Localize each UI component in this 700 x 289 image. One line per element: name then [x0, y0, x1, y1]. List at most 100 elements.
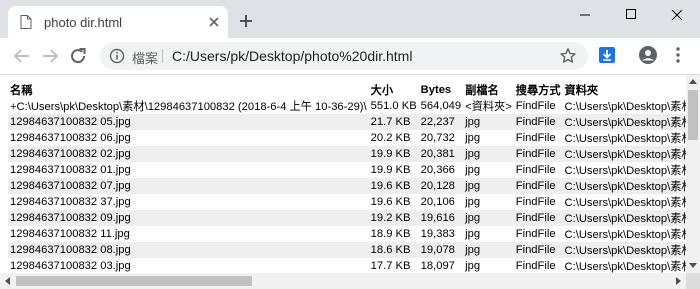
header-size[interactable]: 大小	[369, 82, 419, 98]
cell-search-method: FindFile	[513, 242, 563, 258]
download-extension-icon[interactable]	[598, 46, 616, 64]
cell-name: 12984637100832 11.jpg	[10, 228, 130, 240]
cell-size: 19.6 KB	[368, 178, 419, 194]
window-close-icon[interactable]	[654, 0, 700, 30]
header-name[interactable]: 名稱	[8, 82, 369, 98]
forward-arrow-icon[interactable]	[38, 44, 62, 68]
cell-size: 18.9 KB	[370, 228, 411, 240]
star-icon[interactable]	[559, 47, 577, 65]
cell-search-method: FindFile	[515, 260, 556, 272]
table-row[interactable]: 12984637100832 09.jpg 19.2 KB 19,616 jpg Fin…	[8, 210, 686, 226]
cell-size: 19.2 KB	[368, 210, 419, 226]
scroll-right-arrow-icon[interactable]	[676, 277, 682, 285]
vertical-scrollbar[interactable]	[686, 75, 700, 273]
table-header-row: 名稱 大小 Bytes 副檔名 搜尋方式 資料夾	[8, 82, 686, 98]
plus-icon[interactable]	[238, 13, 254, 29]
cell-extension: jpg	[465, 260, 481, 272]
table-row[interactable]: 12984637100832 03.jpg 17.7 KB 18,097 jpg Fin…	[8, 258, 686, 273]
table-row[interactable]: 12984637100832 11.jpg 18.9 KB 19,383 jpg Fin…	[8, 226, 686, 242]
tab-title: photo dir.html	[44, 15, 123, 30]
url-text[interactable]: C:/Users/pk/Desktop/photo%20dir.html	[172, 48, 412, 64]
cell-extension: jpg	[465, 228, 481, 240]
table-row[interactable]: 12984637100832 06.jpg 20.2 KB 20,732 jpg Fin…	[8, 130, 686, 146]
cell-bytes: 22,237	[418, 114, 464, 130]
cell-extension: <資料夾>	[465, 101, 512, 113]
cell-name: 12984637100832 08.jpg	[8, 242, 369, 258]
horizontal-scrollbar[interactable]	[0, 273, 686, 289]
close-icon[interactable]	[205, 13, 223, 31]
tab-strip: photo dir.html	[0, 0, 700, 38]
cell-name: 12984637100832 06.jpg	[10, 132, 131, 144]
cell-bytes: 20,366	[420, 164, 455, 176]
cell-name: 12984637100832 07.jpg	[8, 178, 369, 194]
kebab-menu-icon[interactable]	[672, 45, 684, 65]
horizontal-scroll-thumb[interactable]	[16, 276, 252, 286]
table-row[interactable]: 12984637100832 37.jpg 19.6 KB 20,106 jpg Fin…	[8, 194, 686, 210]
cell-bytes: 19,383	[420, 228, 455, 240]
cell-name: 12984637100832 02.jpg	[8, 146, 369, 162]
cell-size: 19.6 KB	[370, 196, 411, 208]
scrollbar-corner	[686, 273, 700, 289]
info-icon[interactable]	[109, 48, 125, 64]
account-icon[interactable]	[638, 45, 658, 65]
maximize-icon[interactable]	[608, 0, 654, 30]
cell-folder: C:\Users\pk\Desktop\素材	[562, 146, 686, 162]
cell-extension: jpg	[465, 132, 481, 144]
cell-bytes: 20,732	[420, 132, 455, 144]
cell-folder: C:\Users\pk\Desktop\素材	[564, 229, 686, 241]
tab-photo-dir[interactable]: photo dir.html	[8, 6, 228, 38]
cell-extension: jpg	[465, 164, 481, 176]
cell-folder: C:\Users\pk\Desktop\素材	[562, 114, 686, 130]
cell-folder: C:\Users\pk\Desktop\素材	[562, 178, 686, 194]
scroll-down-arrow-icon[interactable]	[689, 263, 697, 269]
reload-icon[interactable]	[66, 44, 90, 68]
cell-size: 19.9 KB	[368, 146, 419, 162]
cell-size: 21.7 KB	[368, 114, 419, 130]
cell-extension: jpg	[463, 178, 514, 194]
cell-size: 18.6 KB	[368, 242, 419, 258]
cell-search-method: FindFile	[513, 178, 563, 194]
cell-bytes: 20,381	[418, 146, 464, 162]
header-search-method[interactable]: 搜尋方式	[514, 82, 563, 98]
cell-name: 12984637100832 03.jpg	[10, 260, 131, 272]
cell-bytes: 19,616	[418, 210, 464, 226]
cell-search-method: FindFile	[515, 228, 556, 240]
scroll-up-arrow-icon[interactable]	[689, 78, 697, 84]
cell-bytes: 19,078	[418, 242, 464, 258]
back-arrow-icon[interactable]	[10, 44, 34, 68]
table-row[interactable]: 12984637100832 01.jpg 19.9 KB 20,366 jpg Fin…	[8, 162, 686, 178]
vertical-scroll-thumb[interactable]	[688, 90, 698, 140]
table-row[interactable]: 12984637100832 02.jpg 19.9 KB 20,381 jpg Fin…	[8, 146, 686, 162]
cell-bytes: 20,106	[420, 196, 455, 208]
cell-search-method: FindFile	[515, 196, 556, 208]
cell-name: 12984637100832 01.jpg	[10, 164, 131, 176]
header-folder[interactable]: 資料夾	[563, 82, 686, 98]
table-row[interactable]: 12984637100832 07.jpg 19.6 KB 20,128 jpg Fin…	[8, 178, 686, 194]
cell-search-method: FindFile	[515, 164, 556, 176]
cell-extension: jpg	[463, 114, 514, 130]
cell-extension: jpg	[463, 242, 514, 258]
cell-size: 17.7 KB	[370, 260, 411, 272]
header-bytes[interactable]: Bytes	[419, 82, 463, 98]
page-content: 名稱 大小 Bytes 副檔名 搜尋方式 資料夾 +C:\Users\pk\De…	[0, 75, 686, 273]
cell-folder: C:\Users\pk\Desktop\素材	[564, 133, 686, 145]
cell-folder: C:\Users\pk\Desktop\素材	[562, 242, 686, 258]
cell-size: 20.2 KB	[370, 132, 411, 144]
cell-folder: C:\Users\pk\Desktop\素材	[564, 165, 686, 177]
cell-bytes: 564,049	[420, 100, 462, 112]
table-row[interactable]: +C:\Users\pk\Desktop\素材\12984637100832 (…	[8, 98, 686, 114]
cell-search-method: FindFile	[513, 210, 563, 226]
cell-bytes: 18,097	[420, 260, 455, 272]
header-extension[interactable]: 副檔名	[463, 82, 514, 98]
cell-folder: C:\Users\pk\Desktop\素材	[562, 210, 686, 226]
address-bar[interactable]: 檔案 C:/Users/pk/Desktop/photo%20dir.html	[100, 42, 588, 70]
scroll-left-arrow-icon[interactable]	[4, 277, 10, 285]
table-row[interactable]: 12984637100832 08.jpg 18.6 KB 19,078 jpg Fin…	[8, 242, 686, 258]
cell-folder: C:\Users\pk\Desktop\素材	[564, 101, 686, 113]
cell-folder: C:\Users\pk\Desktop\素材	[564, 261, 686, 273]
cell-name: 12984637100832 09.jpg	[8, 210, 369, 226]
table-row[interactable]: 12984637100832 05.jpg 21.7 KB 22,237 jpg Fin…	[8, 114, 686, 130]
site-label: 檔案	[132, 51, 159, 66]
cell-name: 12984637100832 37.jpg	[10, 196, 131, 208]
minimize-icon[interactable]	[562, 0, 608, 30]
